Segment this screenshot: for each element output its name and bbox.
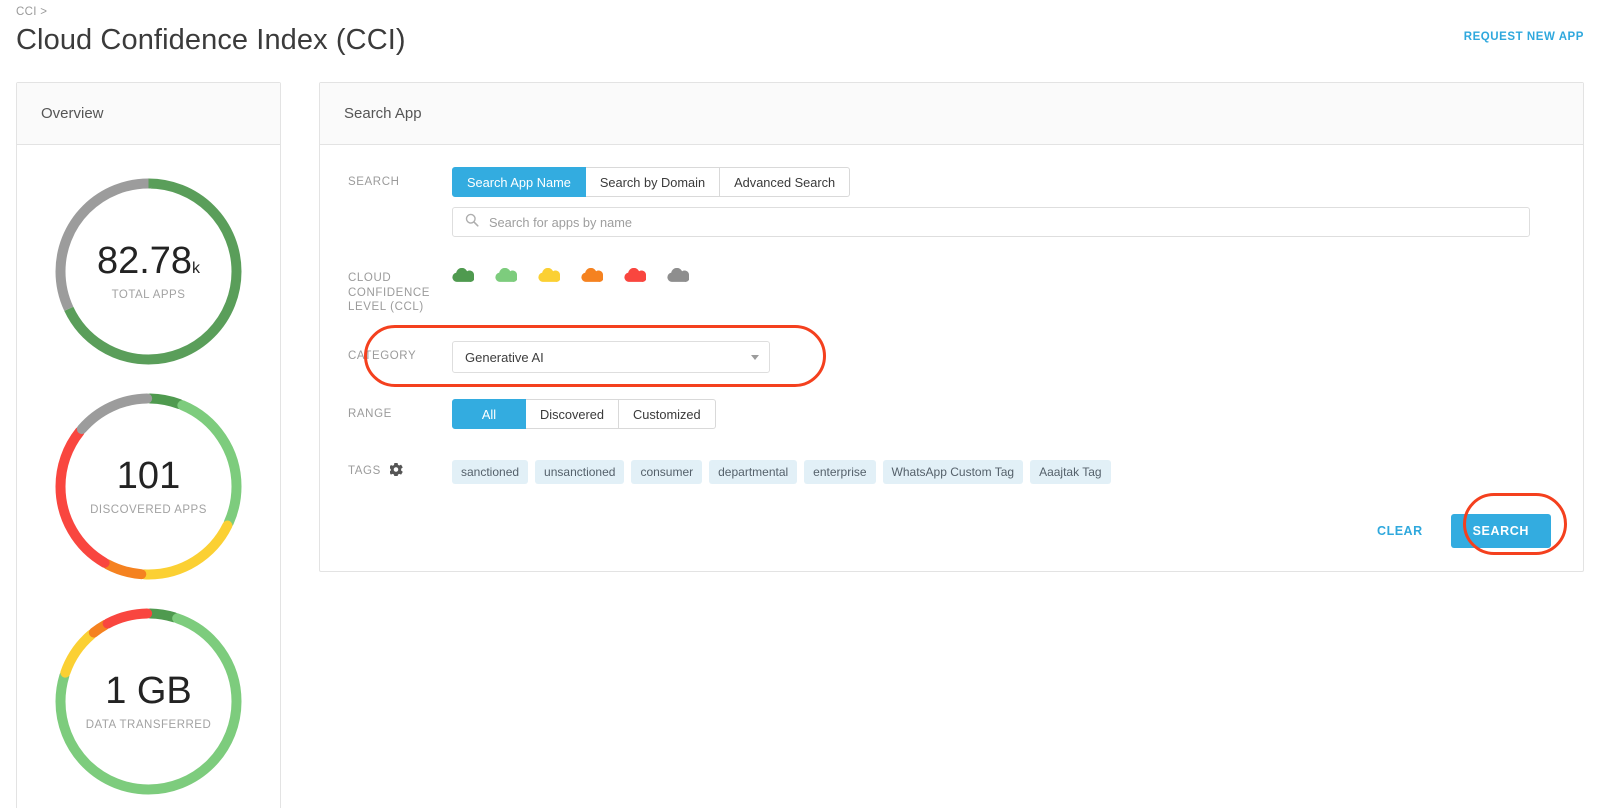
range-option-all[interactable]: All: [452, 399, 526, 430]
breadcrumb[interactable]: CCI >: [16, 6, 1584, 18]
chevron-down-icon: [751, 354, 759, 360]
category-row-label: CATEGORY: [348, 350, 417, 363]
tag-chip[interactable]: Aaajtak Tag: [1030, 460, 1111, 485]
gear-icon[interactable]: [388, 463, 403, 481]
tag-list: sanctioned unsanctioned consumer department…: [452, 455, 1555, 485]
tag-chip[interactable]: WhatsApp Custom Tag: [882, 460, 1024, 485]
ccl-row: CLOUD CONFIDENCE LEVEL (CCL): [348, 263, 1555, 315]
request-new-app-link[interactable]: REQUEST NEW APP: [1464, 31, 1584, 43]
range-options: All Discovered Customized: [452, 399, 716, 430]
search-input[interactable]: [487, 213, 1529, 231]
range-option-discovered[interactable]: Discovered: [526, 399, 620, 430]
clear-button[interactable]: CLEAR: [1371, 523, 1429, 539]
donut-chart-discovered-apps: 101 DISCOVERED APPS: [46, 384, 251, 589]
category-row: CATEGORY Generative AI: [348, 325, 1555, 388]
tag-chip[interactable]: enterprise: [804, 460, 876, 485]
ccl-level-filters: [452, 263, 1555, 288]
page-title: Cloud Confidence Index (CCI): [16, 24, 406, 56]
search-input-wrapper[interactable]: [452, 207, 1530, 237]
search-tab-advanced-search[interactable]: Advanced Search: [720, 167, 851, 197]
tag-chip[interactable]: consumer: [631, 460, 703, 485]
category-select[interactable]: Generative AI: [452, 341, 770, 374]
range-row-label: RANGE: [348, 408, 392, 421]
category-select-value: Generative AI: [465, 349, 544, 365]
search-tab-search-by-domain[interactable]: Search by Domain: [585, 167, 721, 197]
search-tab-search-app-name[interactable]: Search App Name: [452, 167, 586, 197]
search-mode-tabs: Search App Name Search by Domain Advanced …: [452, 167, 851, 197]
cloud-icon-medium[interactable]: [538, 267, 561, 288]
range-row: RANGE All Discovered Customized: [348, 399, 1555, 430]
tags-row: TAGS sanctioned unsanctioned consumer depar…: [348, 455, 1555, 485]
tags-row-label: TAGS: [348, 455, 452, 481]
form-actions: CLEAR SEARCH: [348, 493, 1567, 556]
overview-donut-list: 82.78k TOTAL APPS 101 DISCOVERED APPS 1 GB DA…: [17, 145, 280, 808]
search-app-card-header: Search App: [320, 83, 1583, 145]
search-row: SEARCH Search App Name Search by Domain Ad…: [348, 167, 1555, 237]
search-icon: [465, 213, 479, 232]
range-option-customized[interactable]: Customized: [619, 399, 716, 430]
search-form: SEARCH Search App Name Search by Domain Ad…: [320, 145, 1583, 568]
cloud-icon-unrated[interactable]: [667, 267, 690, 288]
search-button[interactable]: SEARCH: [1450, 514, 1551, 549]
tag-chip[interactable]: departmental: [709, 460, 798, 485]
content-area: Overview 82.78k TOTAL APPS 101 DISCOVERED A…: [0, 82, 1600, 808]
ccl-row-label: CLOUD CONFIDENCE LEVEL (CCL): [348, 272, 431, 314]
search-row-label: SEARCH: [348, 176, 400, 188]
overview-panel: Overview 82.78k TOTAL APPS 101 DISCOVERED A…: [16, 82, 281, 808]
overview-panel-header: Overview: [17, 83, 280, 145]
tag-chip[interactable]: sanctioned: [452, 460, 529, 485]
cloud-icon-excellent[interactable]: [452, 267, 475, 288]
tags-label-text: TAGS: [348, 465, 381, 478]
donut-chart-data-transferred: 1 GB DATA TRANSFERRED: [46, 599, 251, 804]
tag-chip[interactable]: unsanctioned: [535, 460, 625, 485]
donut-chart-total-apps: 82.78k TOTAL APPS: [46, 169, 251, 374]
cloud-icon-low[interactable]: [581, 267, 604, 288]
search-app-card: Search App SEARCH Search App Name Search …: [319, 82, 1584, 572]
cloud-icon-high[interactable]: [495, 267, 518, 288]
page-header: CCI > Cloud Confidence Index (CCI) REQUE…: [0, 0, 1600, 57]
cloud-icon-poor[interactable]: [624, 267, 647, 288]
